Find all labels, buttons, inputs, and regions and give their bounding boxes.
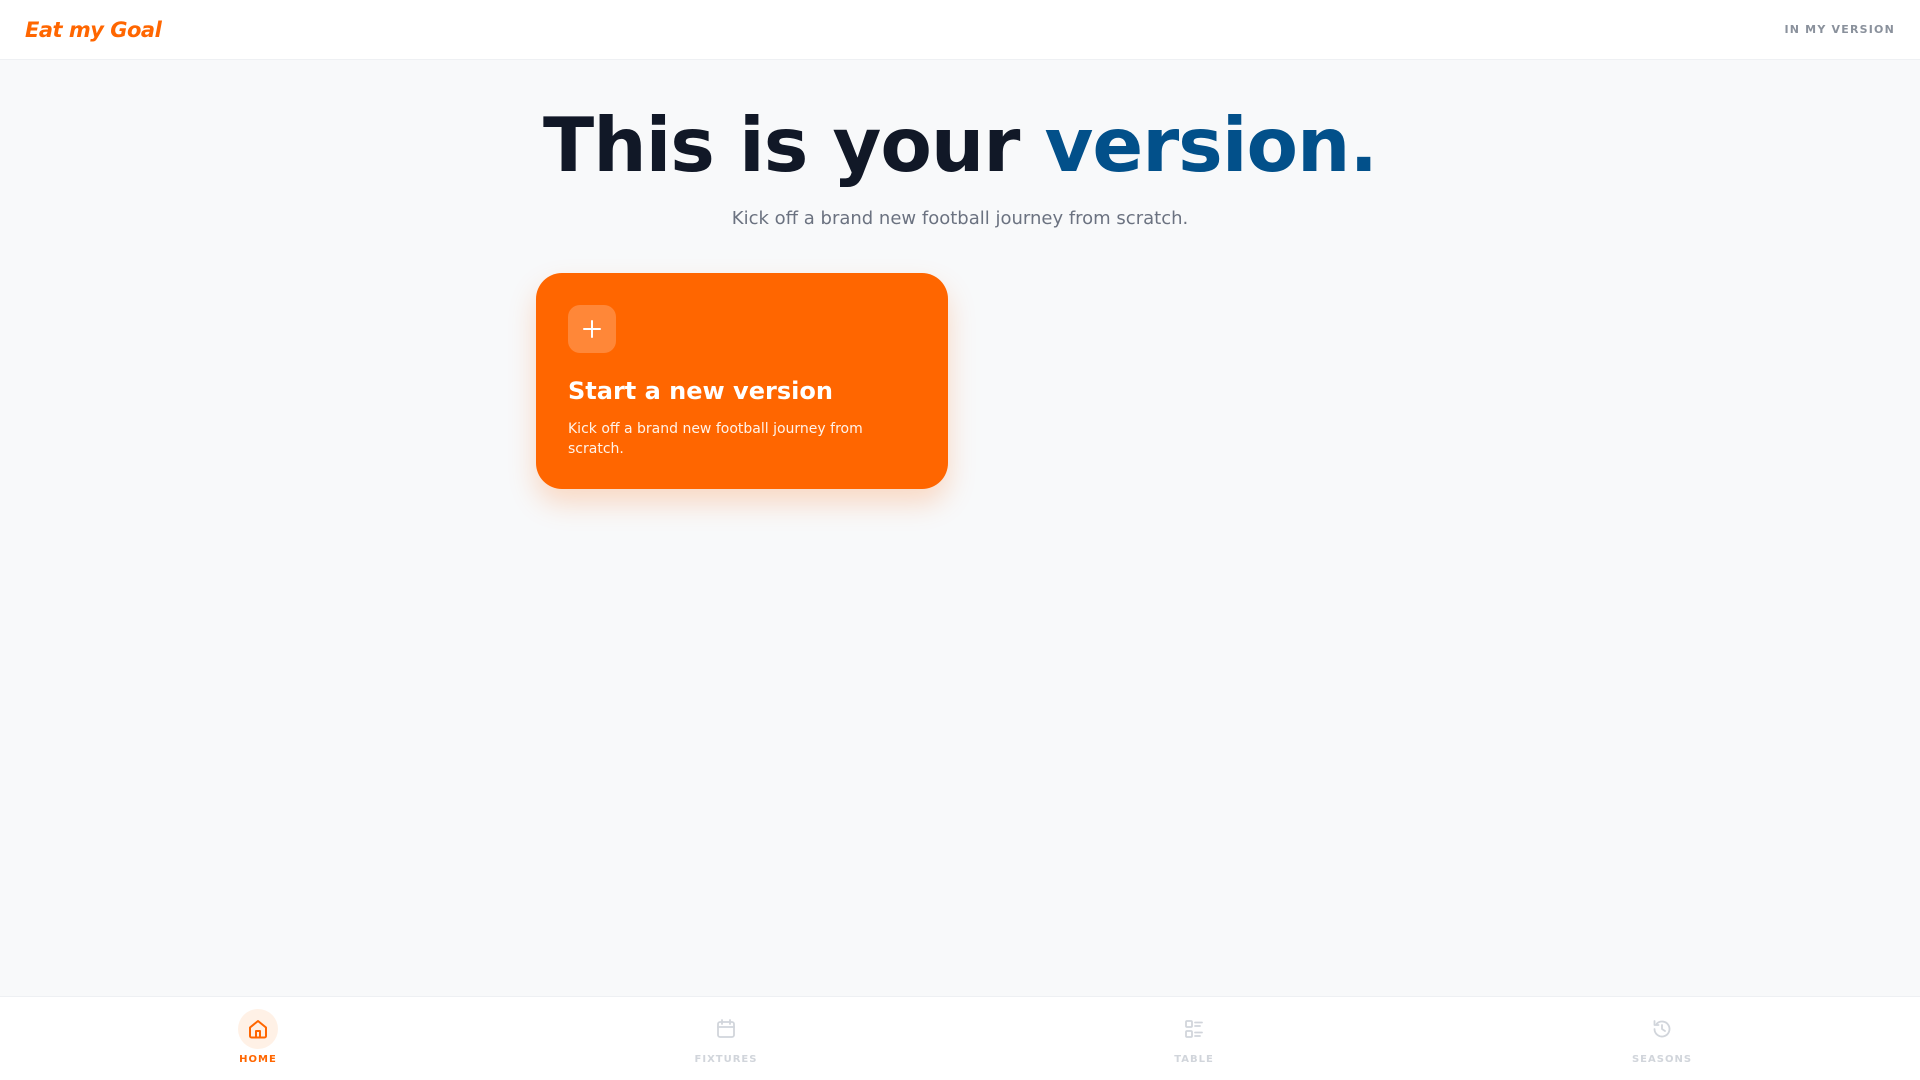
history-icon — [1642, 1009, 1682, 1049]
hero-section: This is your version. Kick off a brand n… — [0, 100, 1920, 229]
top-bar: Eat my Goal IN MY VERSION — [0, 0, 1920, 60]
home-icon — [238, 1009, 278, 1049]
calendar-icon — [706, 1009, 746, 1049]
nav-label-home: HOME — [239, 1054, 277, 1065]
nav-label-table: TABLE — [1174, 1054, 1214, 1065]
bottom-navigation: HOME FIXTURES TABLE SEASONS — [0, 996, 1920, 1080]
plus-icon — [568, 305, 616, 353]
version-status: IN MY VERSION — [1784, 23, 1895, 36]
page-title-main: This is your — [543, 101, 1045, 189]
page-title: This is your version. — [0, 100, 1920, 190]
page-title-accent: version. — [1044, 101, 1378, 189]
card-title: Start a new version — [568, 377, 833, 405]
start-new-version-card[interactable]: Start a new version Kick off a brand new… — [536, 273, 948, 489]
page-subtitle: Kick off a brand new football journey fr… — [731, 208, 1189, 229]
nav-item-seasons[interactable]: SEASONS — [1592, 1009, 1732, 1069]
nav-label-fixtures: FIXTURES — [694, 1054, 758, 1065]
table-list-icon — [1174, 1009, 1214, 1049]
nav-item-fixtures[interactable]: FIXTURES — [656, 1009, 796, 1069]
nav-item-table[interactable]: TABLE — [1124, 1009, 1264, 1069]
nav-label-seasons: SEASONS — [1631, 1054, 1693, 1065]
card-description: Kick off a brand new football journey fr… — [568, 421, 863, 457]
brand-logo[interactable]: Eat my Goal — [25, 18, 162, 42]
nav-item-home[interactable]: HOME — [188, 1009, 328, 1069]
